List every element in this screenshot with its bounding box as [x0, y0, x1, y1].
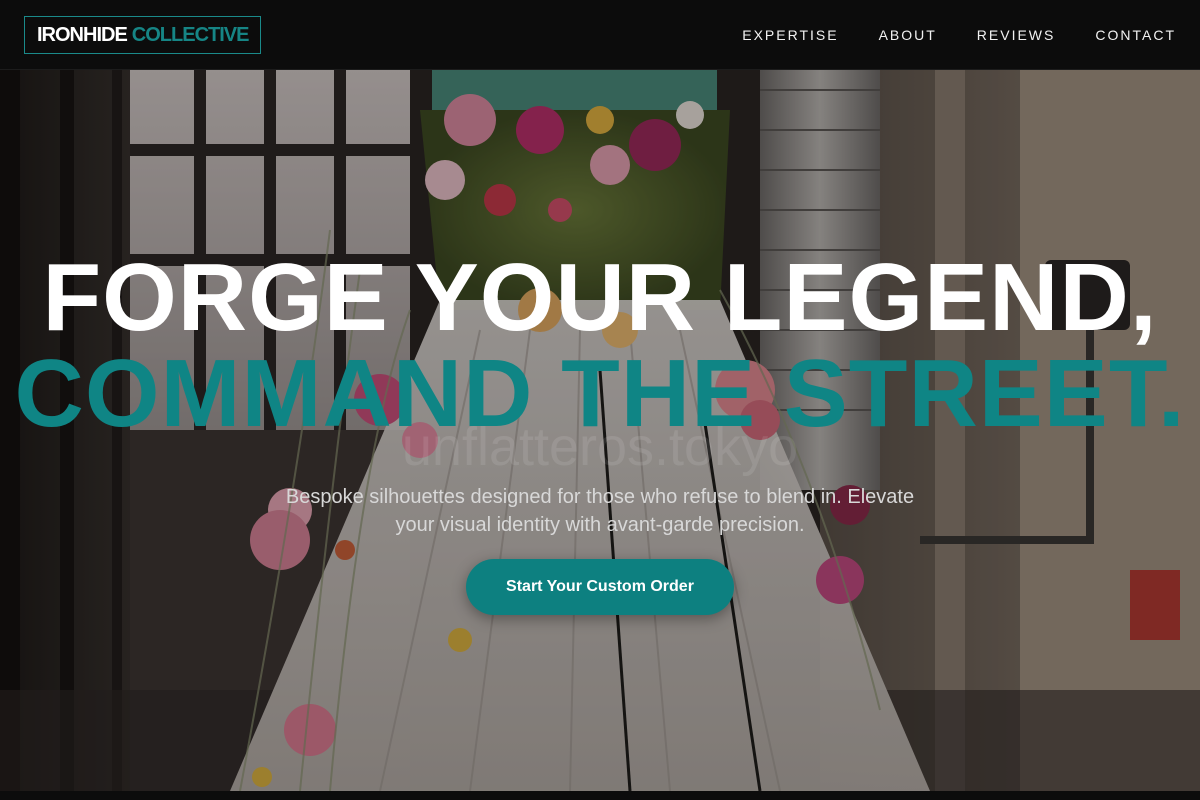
hero-headline-line1: FORGE YOUR LEGEND,	[42, 244, 1158, 351]
brand-logo[interactable]: IRONHIDE COLLECTIVE	[24, 16, 262, 54]
bottom-strip	[0, 791, 1200, 800]
top-navbar: IRONHIDE COLLECTIVE EXPERTISE ABOUT REVI…	[0, 0, 1200, 70]
main-nav: EXPERTISE ABOUT REVIEWS CONTACT	[742, 0, 1176, 70]
hero-section: unflatteros.tokyo FORGE YOUR LEGEND, COM…	[0, 70, 1200, 791]
nav-link-contact[interactable]: CONTACT	[1095, 27, 1176, 43]
nav-link-expertise[interactable]: EXPERTISE	[742, 27, 838, 43]
hero-headline-line2: COMMAND THE STREET.	[14, 340, 1186, 447]
brand-name-accent: COLLECTIVE	[131, 23, 250, 46]
brand-name-primary: IRONHIDE	[37, 23, 128, 46]
start-custom-order-button[interactable]: Start Your Custom Order	[466, 559, 734, 615]
nav-link-about[interactable]: ABOUT	[879, 27, 937, 43]
hero-subtitle: Bespoke silhouettes designed for those w…	[285, 486, 915, 536]
nav-link-reviews[interactable]: REVIEWS	[977, 27, 1056, 43]
